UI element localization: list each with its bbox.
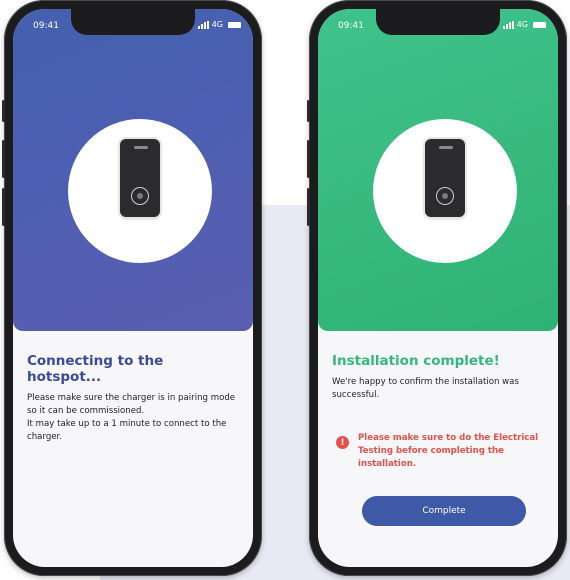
page-title: Connecting to the hotspot... <box>27 353 164 385</box>
mute-switch <box>2 100 5 122</box>
battery-icon <box>228 21 241 28</box>
content: Installation complete! We're happy to co… <box>332 353 546 402</box>
instruction-text-1: Please make sure the charger is in pairi… <box>27 393 236 416</box>
page-title: Installation complete! <box>332 353 500 369</box>
notch <box>376 9 500 35</box>
battery-icon <box>533 21 546 28</box>
warning-message: ! Please make sure to do the Electrical … <box>336 432 548 471</box>
phone-complete: 09:41 4G Installation complete! We're ha… <box>307 0 567 576</box>
hero-banner: 09:41 4G <box>13 9 253 331</box>
network-label: 4G <box>211 20 223 29</box>
status-time: 09:41 <box>33 21 59 31</box>
status-indicators: 4G <box>502 20 546 29</box>
warning-icon: ! <box>336 436 349 449</box>
screen: 09:41 4G Connecting to the hotspot... Pl… <box>13 9 253 567</box>
phone-connecting: 09:41 4G Connecting to the hotspot... Pl… <box>2 0 262 576</box>
volume-down-button <box>307 188 310 226</box>
charger-image-circle <box>373 119 517 263</box>
ev-charger-icon <box>118 139 162 243</box>
notch <box>71 9 195 35</box>
complete-button[interactable]: Complete <box>362 496 526 526</box>
content: Connecting to the hotspot... Please make… <box>27 353 241 444</box>
confirmation-text: We're happy to confirm the installation … <box>332 377 519 400</box>
signal-icon <box>197 20 209 29</box>
ev-charger-icon <box>423 139 467 243</box>
hero-banner: 09:41 4G <box>318 9 558 331</box>
volume-down-button <box>2 188 5 226</box>
network-label: 4G <box>516 20 528 29</box>
volume-up-button <box>307 140 310 178</box>
screen: 09:41 4G Installation complete! We're ha… <box>318 9 558 567</box>
mute-switch <box>307 100 310 122</box>
charger-image-circle <box>68 119 212 263</box>
volume-up-button <box>2 140 5 178</box>
status-indicators: 4G <box>197 20 241 29</box>
instruction-text-2: It may take up to a 1 minute to connect … <box>27 419 227 442</box>
status-time: 09:41 <box>338 21 364 31</box>
signal-icon <box>502 20 514 29</box>
warning-text: Please make sure to do the Electrical Te… <box>358 433 539 469</box>
